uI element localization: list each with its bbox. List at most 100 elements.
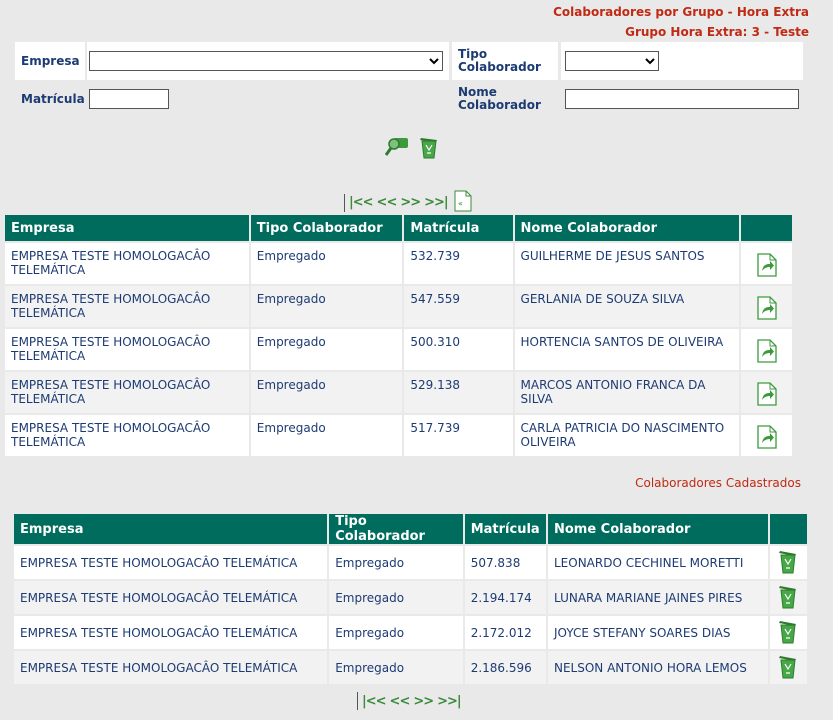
trash-icon: [420, 138, 437, 159]
pager-last[interactable]: >>|: [435, 694, 463, 709]
export-icon: «: [454, 190, 472, 212]
cell-nome: GERLANIA DE SOUZA SILVA: [514, 286, 740, 327]
cell-empresa: EMPRESA TESTE HOMOLOGACÂO TELEMÁTICA: [5, 372, 249, 413]
table-row: EMPRESA TESTE HOMOLOGACÂO TELEMÁTICA Emp…: [14, 546, 807, 579]
page-subtitle: Grupo Hora Extra: 3 - Teste: [625, 25, 809, 39]
pager-first[interactable]: |<<: [347, 195, 375, 210]
remove-button[interactable]: [769, 616, 807, 649]
col-actions: [741, 215, 792, 241]
cell-matricula: 2.172.012: [464, 616, 546, 649]
cell-tipo: Empregado: [250, 286, 403, 327]
table-row: EMPRESA TESTE HOMOLOGACÂO TELEMÁTICA Emp…: [5, 329, 792, 370]
col-nome-colaborador: Nome Colaborador: [547, 514, 768, 544]
add-button[interactable]: [741, 243, 792, 284]
table-header-row: Empresa Tipo Colaborador Matrícula Nome …: [5, 215, 792, 241]
empresa-label: Empresa: [21, 53, 80, 68]
table-row: EMPRESA TESTE HOMOLOGACÂO TELEMÁTICA Emp…: [5, 286, 792, 327]
add-button[interactable]: [741, 329, 792, 370]
cell-empresa: EMPRESA TESTE HOMOLOGACÂO TELEMÁTICA: [14, 616, 328, 649]
pager-first[interactable]: |<<: [360, 694, 388, 709]
pager-bottom: |<< << >> >>|: [355, 692, 463, 710]
col-nome-colaborador: Nome Colaborador: [514, 215, 740, 241]
tipo-colaborador-label: Tipo Colaborador: [458, 47, 541, 74]
trash-icon: [779, 621, 797, 644]
col-matricula: Matrícula: [404, 215, 513, 241]
pager-next[interactable]: >>: [398, 195, 422, 210]
cell-matricula: 529.138: [404, 372, 513, 413]
matricula-label-cell: Matrícula: [15, 80, 85, 118]
cell-matricula: 507.838: [464, 546, 546, 579]
cell-empresa: EMPRESA TESTE HOMOLOGACÂO TELEMÁTICA: [14, 546, 328, 579]
cell-empresa: EMPRESA TESTE HOMOLOGACÂO TELEMÁTICA: [14, 581, 328, 614]
empresa-label-cell: Empresa: [15, 42, 85, 80]
table-row: EMPRESA TESTE HOMOLOGACÂO TELEMÁTICA Emp…: [5, 415, 792, 456]
col-empresa: Empresa: [14, 514, 328, 544]
nome-label-cell: Nome Colaborador: [452, 80, 558, 118]
cell-empresa: EMPRESA TESTE HOMOLOGACÂO TELEMÁTICA: [14, 651, 328, 684]
cell-matricula: 2.186.596: [464, 651, 546, 684]
pager-last[interactable]: >>|: [422, 195, 450, 210]
cell-empresa: EMPRESA TESTE HOMOLOGACÂO TELEMÁTICA: [5, 415, 249, 456]
cell-tipo: Empregado: [329, 581, 463, 614]
add-icon: [756, 425, 777, 449]
svg-text:«: «: [458, 199, 463, 208]
cell-nome: MARCOS ANTONIO FRANCA DA SILVA: [514, 372, 740, 413]
cell-tipo: Empregado: [250, 243, 403, 284]
nome-colaborador-input[interactable]: [565, 89, 799, 109]
cell-empresa: EMPRESA TESTE HOMOLOGACÂO TELEMÁTICA: [5, 329, 249, 370]
empresa-select[interactable]: [89, 51, 443, 71]
cell-tipo: Empregado: [250, 415, 403, 456]
registered-collaborators-table: Empresa Tipo Colaborador Matrícula Nome …: [12, 512, 809, 686]
pager-divider: [357, 692, 358, 710]
tipo-colaborador-select[interactable]: [565, 51, 659, 71]
matricula-input[interactable]: [89, 89, 169, 109]
filter-actions: [384, 135, 439, 162]
page-title: Colaboradores por Grupo - Hora Extra: [553, 5, 809, 19]
available-collaborators-table: Empresa Tipo Colaborador Matrícula Nome …: [3, 213, 794, 458]
tipo-select-cell: [561, 42, 803, 80]
pager-prev[interactable]: <<: [388, 694, 412, 709]
add-button[interactable]: [741, 286, 792, 327]
clear-button[interactable]: [419, 135, 439, 162]
cell-matricula: 532.739: [404, 243, 513, 284]
cell-nome: LEONARDO CECHINEL MORETTI: [547, 546, 768, 579]
nome-colaborador-label: Nome Colaborador: [458, 85, 541, 112]
tipo-label-cell: Tipo Colaborador: [452, 42, 558, 80]
cell-nome: NELSON ANTONIO HORA LEMOS: [547, 651, 768, 684]
matricula-input-cell: [87, 80, 449, 118]
search-button[interactable]: [384, 135, 409, 162]
table-row: EMPRESA TESTE HOMOLOGACÂO TELEMÁTICA Emp…: [5, 243, 792, 284]
add-button[interactable]: [741, 372, 792, 413]
cell-tipo: Empregado: [250, 372, 403, 413]
cell-tipo: Empregado: [329, 546, 463, 579]
col-matricula: Matrícula: [464, 514, 546, 544]
add-icon: [756, 296, 777, 320]
table-header-row: Empresa Tipo Colaborador Matrícula Nome …: [14, 514, 807, 544]
cell-tipo: Empregado: [250, 329, 403, 370]
cell-matricula: 547.559: [404, 286, 513, 327]
pager-prev[interactable]: <<: [375, 195, 399, 210]
empresa-select-cell: [87, 42, 449, 80]
add-icon: [756, 339, 777, 363]
cell-tipo: Empregado: [329, 651, 463, 684]
cell-nome: LUNARA MARIANE JAINES PIRES: [547, 581, 768, 614]
cell-matricula: 500.310: [404, 329, 513, 370]
remove-button[interactable]: [769, 546, 807, 579]
cell-nome: GUILHERME DE JESUS SANTOS: [514, 243, 740, 284]
col-actions: [769, 514, 807, 544]
trash-icon: [779, 656, 797, 679]
cell-matricula: 517.739: [404, 415, 513, 456]
nome-input-cell: [561, 80, 803, 118]
remove-button[interactable]: [769, 651, 807, 684]
export-button[interactable]: «: [454, 190, 472, 215]
pager-next[interactable]: >>: [411, 694, 435, 709]
trash-icon: [779, 586, 797, 609]
cell-empresa: EMPRESA TESTE HOMOLOGACÂO TELEMÁTICA: [5, 243, 249, 284]
col-tipo-colaborador: Tipo Colaborador: [250, 215, 403, 241]
add-icon: [756, 382, 777, 406]
remove-button[interactable]: [769, 581, 807, 614]
add-button[interactable]: [741, 415, 792, 456]
table-row: EMPRESA TESTE HOMOLOGACÂO TELEMÁTICA Emp…: [14, 651, 807, 684]
trash-icon: [779, 551, 797, 574]
table-row: EMPRESA TESTE HOMOLOGACÂO TELEMÁTICA Emp…: [14, 581, 807, 614]
